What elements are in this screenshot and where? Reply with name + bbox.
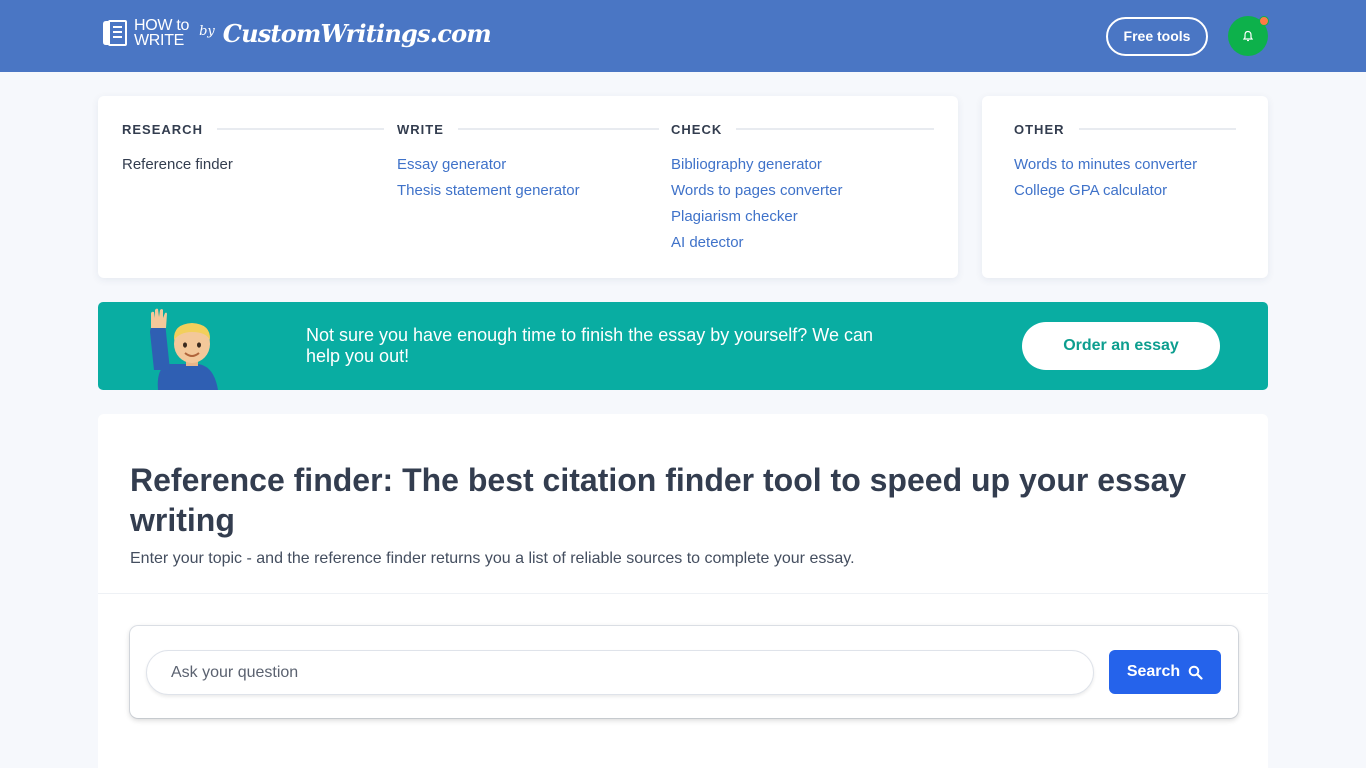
- raising-hand-person-icon: [148, 308, 224, 390]
- page-title: Reference finder: The best citation find…: [130, 462, 1187, 538]
- search-icon: [1188, 665, 1203, 680]
- logo-howto-line1: HOW to: [134, 17, 190, 34]
- page-subtitle: Enter your topic - and the reference fin…: [130, 550, 855, 567]
- search-panel: Search: [130, 626, 1238, 718]
- menu-link-reference-finder[interactable]: Reference finder: [122, 152, 384, 178]
- search-button-label: Search: [1126, 663, 1181, 680]
- reference-finder-card: Reference finder: The best citation find…: [98, 414, 1268, 768]
- other-tools-card: OTHER Words to minutes converter College…: [982, 96, 1268, 278]
- menu-link-plagiarism-checker[interactable]: Plagiarism checker: [671, 204, 934, 230]
- menu-link-words-to-pages-converter[interactable]: Words to pages converter: [671, 178, 934, 204]
- search-input[interactable]: [146, 650, 1094, 695]
- site-header: HOW to WRITE by CustomWritings.com Free …: [0, 0, 1366, 72]
- menu-column-write: WRITE Essay generator Thesis statement g…: [397, 122, 659, 204]
- book-icon: [103, 20, 127, 46]
- tools-menu-card: RESEARCH Reference finder WRITE Essay ge…: [98, 96, 958, 278]
- logo-howto-text: HOW to WRITE: [134, 17, 190, 49]
- menu-column-research: RESEARCH Reference finder: [122, 122, 384, 178]
- bell-icon: [1242, 30, 1254, 42]
- menu-link-essay-generator[interactable]: Essay generator: [397, 152, 659, 178]
- menu-link-ai-detector[interactable]: AI detector: [671, 230, 934, 256]
- site-logo[interactable]: HOW to WRITE by CustomWritings.com: [100, 13, 492, 53]
- logo-by-text: by: [199, 23, 215, 39]
- menu-column-check: CHECK Bibliography generator Words to pa…: [671, 122, 934, 256]
- menu-link-words-to-minutes-converter[interactable]: Words to minutes converter: [1014, 152, 1236, 178]
- notification-button[interactable]: [1228, 16, 1269, 56]
- menu-column-other: OTHER Words to minutes converter College…: [1014, 122, 1236, 204]
- logo-brand-text: CustomWritings.com: [222, 18, 492, 48]
- menu-link-college-gpa-calculator[interactable]: College GPA calculator: [1014, 178, 1236, 204]
- search-button[interactable]: Search: [1109, 650, 1221, 694]
- menu-column-heading: OTHER: [1014, 122, 1236, 137]
- order-essay-button[interactable]: Order an essay: [1022, 322, 1220, 370]
- banner-message: Not sure you have enough time to finish …: [306, 325, 873, 366]
- menu-column-heading: RESEARCH: [122, 122, 384, 137]
- logo-howto-line2: WRITE: [134, 32, 185, 49]
- menu-link-bibliography-generator[interactable]: Bibliography generator: [671, 152, 934, 178]
- free-tools-button[interactable]: Free tools: [1106, 17, 1208, 56]
- menu-column-heading: WRITE: [397, 122, 659, 137]
- menu-link-thesis-statement-generator[interactable]: Thesis statement generator: [397, 178, 659, 204]
- divider: [98, 593, 1268, 594]
- menu-column-heading: CHECK: [671, 122, 934, 137]
- order-essay-banner: Not sure you have enough time to finish …: [98, 302, 1268, 390]
- notification-badge: [1259, 16, 1269, 26]
